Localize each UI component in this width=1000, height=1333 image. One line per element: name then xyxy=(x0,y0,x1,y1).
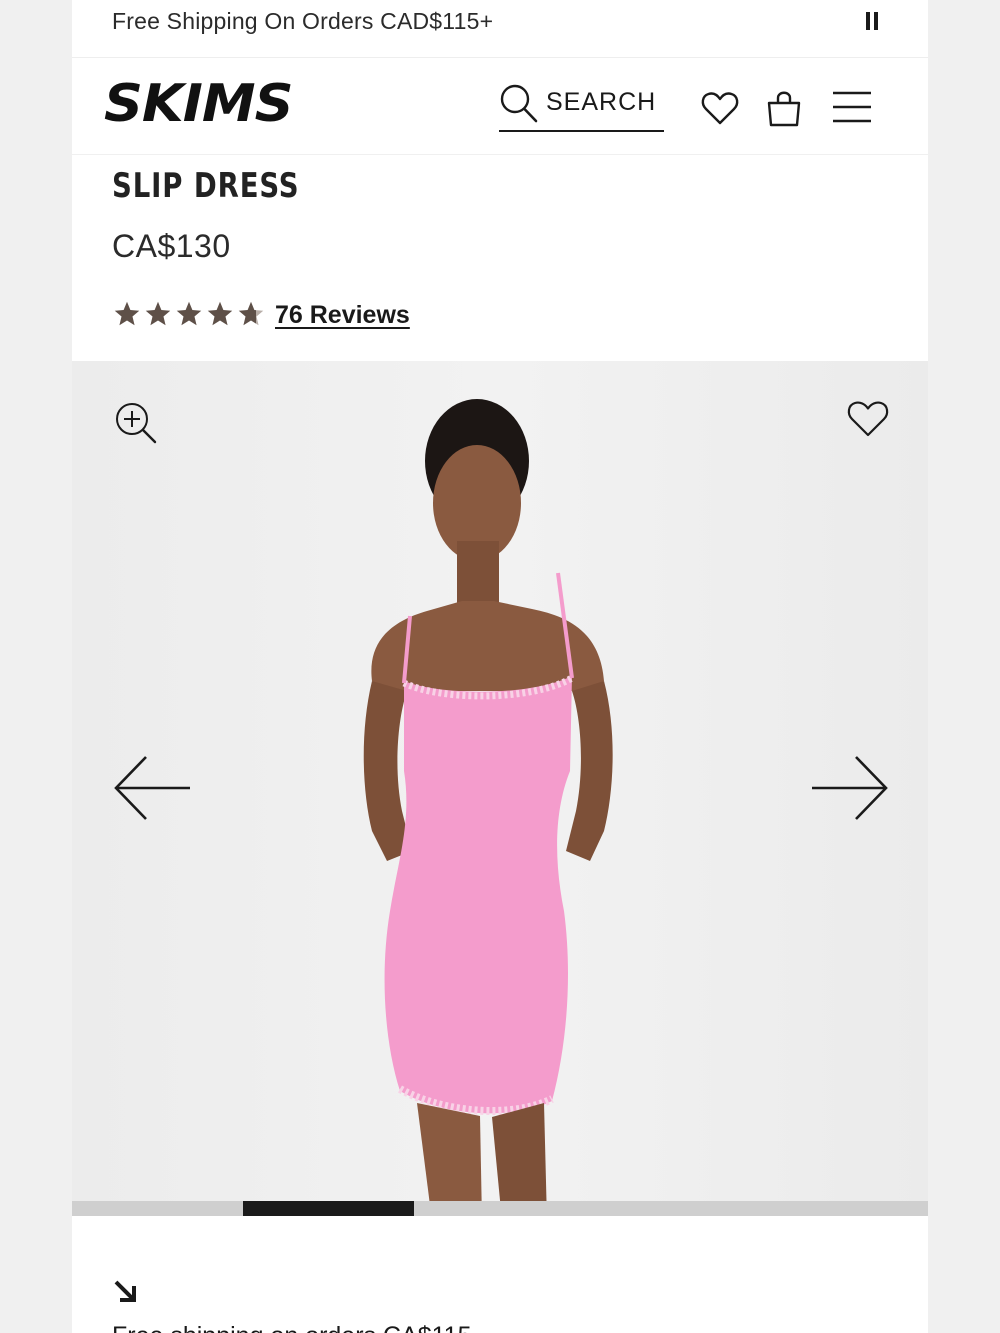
search-label: SEARCH xyxy=(546,88,657,116)
product-gallery[interactable] xyxy=(72,361,928,1216)
product-page: Free Shipping On Orders CAD$115+ SKIMS S… xyxy=(72,0,928,1333)
announcement-bar: Free Shipping On Orders CAD$115+ xyxy=(72,0,928,58)
logo[interactable]: SKIMS xyxy=(104,74,293,134)
reviews-link[interactable]: 76 Reviews xyxy=(275,301,410,330)
star-icon xyxy=(238,301,264,326)
star-icon xyxy=(176,301,202,326)
shipping-info-text: Free shipping on orders CA$115 xyxy=(112,1322,471,1333)
star-icon xyxy=(145,301,171,326)
heart-icon[interactable] xyxy=(846,397,890,439)
star-icon xyxy=(207,301,233,326)
bag-icon[interactable] xyxy=(765,88,803,128)
arrow-right-icon[interactable] xyxy=(810,753,890,823)
gallery-progress-indicator xyxy=(243,1201,415,1216)
star-rating xyxy=(112,300,267,328)
menu-icon[interactable] xyxy=(832,90,872,124)
pause-icon[interactable] xyxy=(864,12,880,32)
site-header: SKIMS SEARCH xyxy=(72,58,928,155)
product-price: CA$130 xyxy=(112,228,231,264)
arrow-down-right-icon xyxy=(114,1280,136,1302)
arrow-left-icon[interactable] xyxy=(112,753,192,823)
product-title: SLIP DRESS xyxy=(112,166,300,206)
zoom-in-icon[interactable] xyxy=(114,401,158,445)
search-button[interactable]: SEARCH xyxy=(499,80,664,132)
heart-icon[interactable] xyxy=(700,88,740,128)
search-icon xyxy=(500,84,538,123)
star-icon xyxy=(114,301,140,326)
announcement-text: Free Shipping On Orders CAD$115+ xyxy=(112,8,494,34)
product-image xyxy=(363,399,613,1216)
gallery-progress-bar[interactable] xyxy=(72,1201,928,1216)
